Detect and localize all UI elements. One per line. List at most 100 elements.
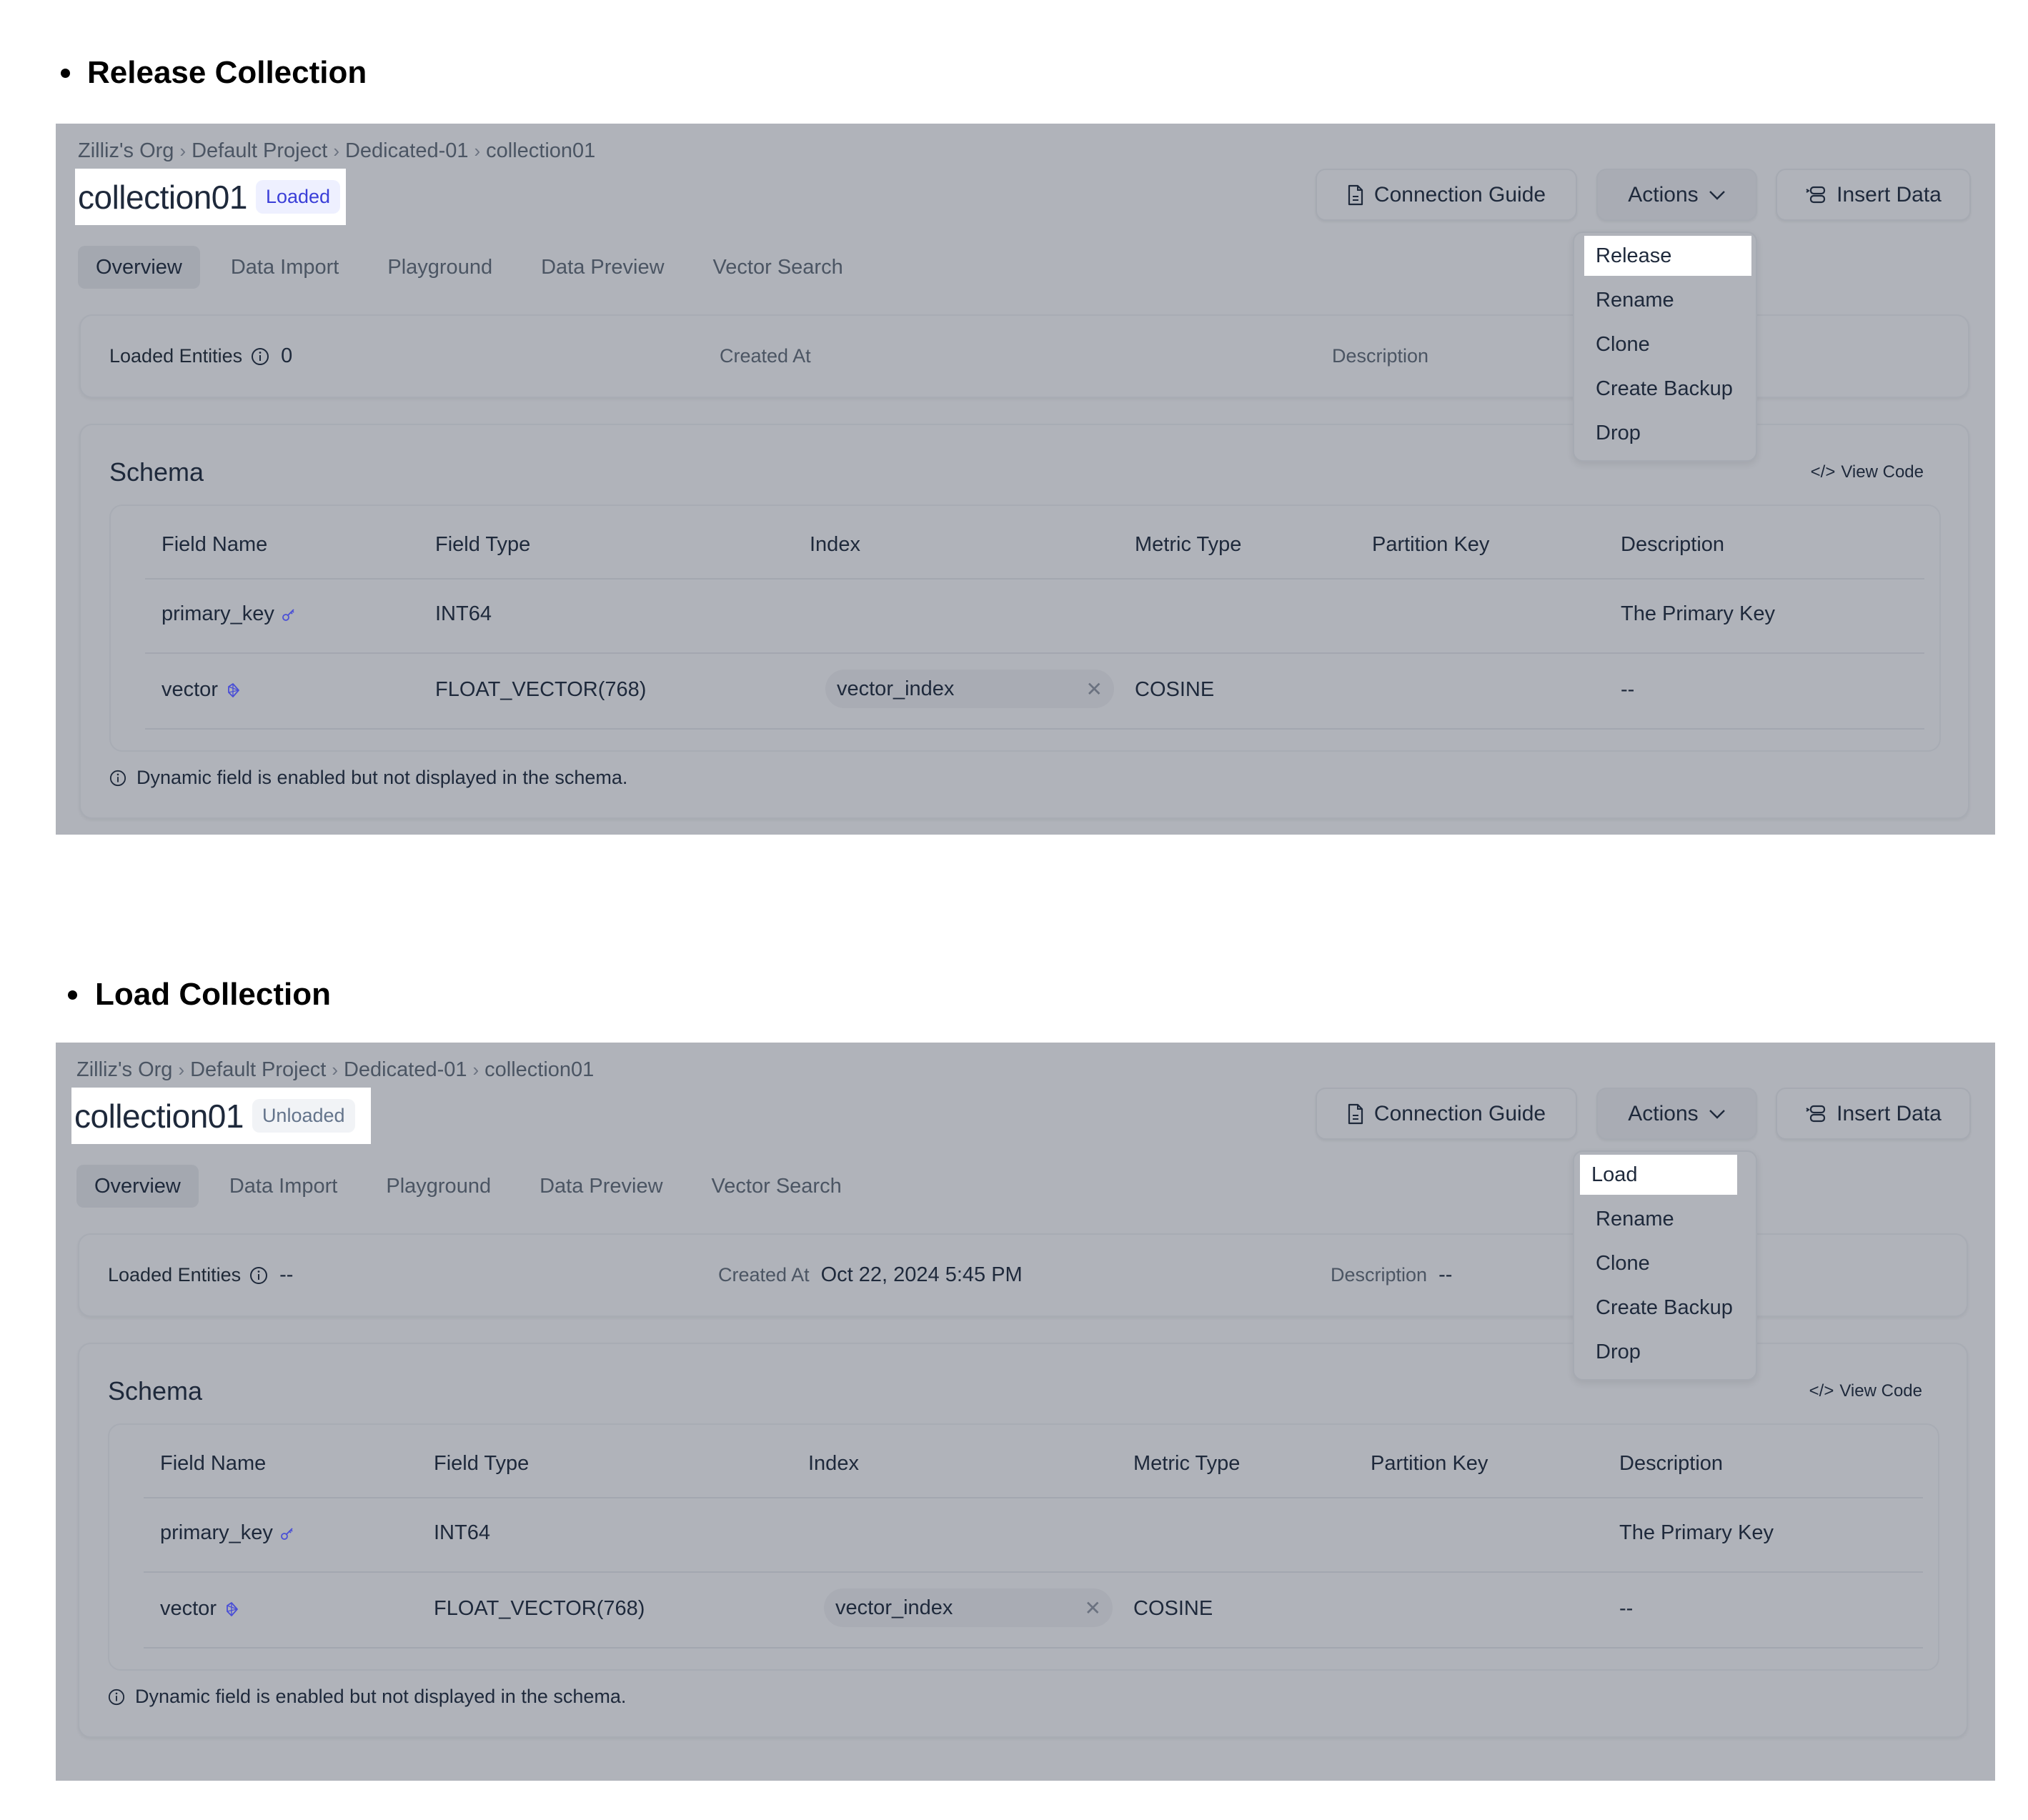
tab-overview[interactable]: Overview	[78, 246, 200, 289]
breadcrumb-project[interactable]: Default Project	[192, 139, 327, 163]
loaded-entities: Loaded Entities 0	[109, 316, 292, 397]
column-header: Field Name	[160, 1452, 267, 1475]
status-badge: Loaded	[255, 180, 341, 214]
column-header: Metric Type	[1135, 533, 1242, 556]
info-icon	[108, 1689, 125, 1705]
connection-guide-label: Connection Guide	[1373, 1101, 1546, 1125]
code-icon: </>	[1810, 462, 1836, 482]
column-header: Field Type	[435, 533, 531, 556]
view-code-button[interactable]: </> View Code	[1809, 1381, 1922, 1401]
menu-item-create-backup[interactable]: Create Backup	[1584, 369, 1733, 409]
menu-item-drop[interactable]: Drop	[1584, 413, 1641, 453]
document-icon	[1348, 184, 1363, 205]
info-icon[interactable]	[251, 347, 269, 366]
vector-icon	[227, 1601, 238, 1616]
actions-button[interactable]: Actions	[1596, 1088, 1757, 1140]
insert-data-button[interactable]: Insert Data	[1776, 169, 1971, 221]
loaded-entities-label: Loaded Entities	[108, 1264, 242, 1286]
insert-data-icon	[1806, 186, 1826, 203]
key-icon	[281, 1527, 293, 1540]
breadcrumb-project[interactable]: Default Project	[190, 1058, 326, 1082]
insert-data-label: Insert Data	[1836, 1101, 1942, 1125]
insert-data-button[interactable]: Insert Data	[1776, 1088, 1971, 1140]
status-badge: Unloaded	[252, 1099, 355, 1133]
breadcrumb-cluster[interactable]: Dedicated-01	[344, 1058, 467, 1082]
menu-item-clone[interactable]: Clone	[1584, 324, 1650, 364]
chevron-down-icon	[1709, 190, 1725, 200]
schema-table: Field Name Field Type Index Metric Type …	[108, 1423, 1939, 1671]
schema-title: Schema	[109, 457, 204, 487]
tab-bar: Overview Data Import Playground Data Pre…	[76, 1165, 873, 1208]
menu-item-drop[interactable]: Drop	[1584, 1332, 1641, 1372]
bullet-icon	[61, 69, 70, 78]
tab-data-import[interactable]: Data Import	[212, 1165, 356, 1208]
chevron-right-icon: ›	[333, 140, 339, 161]
column-header: Field Type	[434, 1452, 530, 1475]
tab-vector-search[interactable]: Vector Search	[694, 1165, 860, 1208]
tab-overview[interactable]: Overview	[76, 1165, 199, 1208]
index-name: vector_index	[837, 677, 955, 700]
document-icon	[1348, 1103, 1363, 1124]
description-cell: The Primary Key	[1621, 602, 1775, 625]
page-title: collection01	[74, 1097, 244, 1135]
connection-guide-button[interactable]: Connection Guide	[1316, 169, 1577, 221]
tab-data-preview[interactable]: Data Preview	[523, 246, 682, 289]
divider	[145, 578, 1924, 580]
page-title: collection01	[78, 178, 247, 216]
connection-guide-button[interactable]: Connection Guide	[1316, 1088, 1577, 1140]
close-icon[interactable]: ✕	[1086, 677, 1103, 701]
loaded-entities-value: --	[279, 1263, 294, 1286]
note-text: Dynamic field is enabled but not display…	[136, 767, 628, 788]
close-icon[interactable]: ✕	[1085, 1596, 1101, 1620]
view-code-button[interactable]: </> View Code	[1811, 462, 1924, 482]
tab-playground[interactable]: Playground	[368, 1165, 509, 1208]
menu-item-rename[interactable]: Rename	[1584, 1199, 1674, 1239]
view-code-label: View Code	[1839, 1381, 1922, 1401]
field-name-cell: primary_key	[161, 602, 296, 626]
divider	[145, 652, 1924, 654]
divider	[144, 1647, 1923, 1649]
actions-label: Actions	[1628, 182, 1699, 207]
breadcrumb-org[interactable]: Zilliz's Org	[76, 1058, 172, 1082]
actions-button[interactable]: Actions	[1596, 169, 1757, 221]
description-value: --	[1438, 1263, 1453, 1286]
column-header: Index	[808, 1452, 859, 1475]
index-chip[interactable]: vector_index ✕	[825, 670, 1114, 708]
insert-data-icon	[1806, 1105, 1826, 1122]
description-cell: --	[1621, 678, 1635, 701]
description-cell: The Primary Key	[1619, 1521, 1774, 1544]
tab-playground[interactable]: Playground	[369, 246, 510, 289]
column-header: Description	[1619, 1452, 1724, 1475]
chevron-right-icon: ›	[179, 140, 187, 161]
tab-vector-search[interactable]: Vector Search	[695, 246, 861, 289]
menu-item-clone[interactable]: Clone	[1584, 1243, 1650, 1283]
field-type-cell: INT64	[434, 1521, 490, 1544]
menu-item-create-backup[interactable]: Create Backup	[1584, 1288, 1733, 1328]
tab-data-import[interactable]: Data Import	[213, 246, 357, 289]
divider	[144, 1497, 1923, 1498]
breadcrumb-cluster[interactable]: Dedicated-01	[345, 139, 469, 163]
code-icon: </>	[1809, 1381, 1834, 1401]
collection-page: Zilliz's Org › Default Project › Dedicat…	[56, 1043, 1995, 1781]
menu-item-load[interactable]: Load	[1580, 1155, 1737, 1195]
index-chip[interactable]: vector_index ✕	[824, 1588, 1113, 1627]
field-name: vector	[161, 678, 218, 701]
info-icon[interactable]	[249, 1266, 268, 1285]
metric-type-cell: COSINE	[1135, 678, 1215, 701]
column-header: Metric Type	[1133, 1452, 1241, 1475]
release-collection-section: Release Collection Zilliz's Org › Defaul…	[0, 0, 2028, 886]
field-name-cell: vector	[161, 678, 241, 702]
description: Description	[1332, 316, 1440, 397]
field-type-cell: INT64	[435, 602, 492, 625]
menu-item-rename[interactable]: Rename	[1584, 280, 1674, 320]
actions-label: Actions	[1628, 1101, 1699, 1125]
menu-item-release[interactable]: Release	[1584, 236, 1751, 276]
chevron-right-icon: ›	[178, 1059, 185, 1080]
column-header: Field Name	[161, 533, 268, 556]
tab-data-preview[interactable]: Data Preview	[522, 1165, 680, 1208]
description: Description --	[1331, 1235, 1452, 1316]
breadcrumb-org[interactable]: Zilliz's Org	[78, 139, 174, 163]
field-name-cell: vector	[160, 1597, 239, 1621]
actions-dropdown-menu: Release Rename Clone Create Backup Drop	[1573, 232, 1757, 462]
description-label: Description	[1331, 1264, 1428, 1286]
